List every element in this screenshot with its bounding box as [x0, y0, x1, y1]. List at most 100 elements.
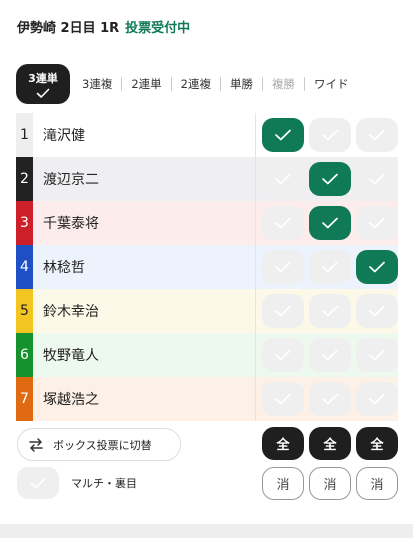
- tab-sanrentan[interactable]: 3連単: [16, 64, 70, 104]
- select-cell-2nd[interactable]: [309, 162, 351, 196]
- select-all-buttons: 全 全 全: [262, 427, 398, 460]
- check-icon: [369, 173, 385, 185]
- rider-name: 滝沢健: [33, 113, 256, 157]
- bottom-controls: ボックス投票に切替 マルチ・裏目 全 全 全 消 消 消: [16, 427, 398, 503]
- race-title: 伊勢崎 2日目 1R: [17, 21, 120, 36]
- check-icon: [36, 88, 50, 98]
- rider-position-cells: [256, 118, 398, 152]
- tab-wide[interactable]: ワイド: [303, 77, 358, 91]
- check-icon: [30, 477, 46, 489]
- select-cell-2nd[interactable]: [309, 294, 351, 328]
- check-icon: [275, 173, 291, 185]
- rider-position-cells: [256, 162, 398, 196]
- footer-bar: [0, 524, 413, 538]
- race-header: 伊勢崎 2日目 1R 投票受付中: [0, 0, 413, 56]
- rider-row: 3 千葉泰将: [16, 201, 398, 245]
- rider-name: 塚越浩之: [33, 377, 256, 421]
- rider-number: 5: [16, 289, 33, 333]
- check-icon: [369, 349, 385, 361]
- bet-type-tabs: 3連単 3連複 2連単 2連複 単勝 複勝 ワイド: [16, 64, 357, 104]
- check-icon: [369, 393, 385, 405]
- select-cell-1st[interactable]: [262, 382, 304, 416]
- rider-row: 1 滝沢健: [16, 113, 398, 157]
- check-icon: [322, 305, 338, 317]
- rider-position-cells: [256, 338, 398, 372]
- rider-name: 千葉泰将: [33, 201, 256, 245]
- select-all-button-2nd[interactable]: 全: [309, 427, 351, 460]
- switch-arrows-icon: [29, 437, 43, 452]
- check-icon: [369, 217, 385, 229]
- rider-row: 2 渡辺京二: [16, 157, 398, 201]
- rider-position-cells: [256, 250, 398, 284]
- check-icon: [369, 305, 385, 317]
- check-icon: [275, 305, 291, 317]
- select-cell-2nd[interactable]: [309, 250, 351, 284]
- select-cell-1st[interactable]: [262, 162, 304, 196]
- check-icon: [275, 129, 291, 141]
- tab-sanrenpuku[interactable]: 3連複: [70, 77, 121, 91]
- select-cell-2nd[interactable]: [309, 118, 351, 152]
- rider-number: 2: [16, 157, 33, 201]
- select-cell-3rd[interactable]: [356, 338, 398, 372]
- select-all-button-3rd[interactable]: 全: [356, 427, 398, 460]
- rider-row: 5 鈴木幸治: [16, 289, 398, 333]
- tab-nirentan[interactable]: 2連単: [121, 77, 170, 91]
- select-cell-3rd[interactable]: [356, 250, 398, 284]
- voting-status: 投票受付中: [125, 21, 191, 36]
- check-icon: [322, 173, 338, 185]
- tab-tansho[interactable]: 単勝: [219, 77, 262, 91]
- select-cell-1st[interactable]: [262, 294, 304, 328]
- rider-name: 渡辺京二: [33, 157, 256, 201]
- check-icon: [322, 217, 338, 229]
- clear-button-2nd[interactable]: 消: [309, 467, 351, 500]
- box-switch-label: ボックス投票に切替: [53, 438, 152, 452]
- select-cell-1st[interactable]: [262, 338, 304, 372]
- clear-button-3rd[interactable]: 消: [356, 467, 398, 500]
- check-icon: [275, 261, 291, 273]
- tab-nirenpuku[interactable]: 2連複: [170, 77, 220, 91]
- check-icon: [369, 261, 385, 273]
- select-cell-3rd[interactable]: [356, 382, 398, 416]
- tab-fukusho: 複勝: [261, 77, 304, 91]
- tab-label: 3連単: [28, 71, 58, 85]
- check-icon: [322, 261, 338, 273]
- rider-name: 牧野竜人: [33, 333, 256, 377]
- rider-row: 6 牧野竜人: [16, 333, 398, 377]
- rider-position-cells: [256, 206, 398, 240]
- check-icon: [322, 393, 338, 405]
- rider-number: 4: [16, 245, 33, 289]
- select-cell-1st[interactable]: [262, 206, 304, 240]
- rider-name: 鈴木幸治: [33, 289, 256, 333]
- select-cell-3rd[interactable]: [356, 206, 398, 240]
- rider-number: 1: [16, 113, 33, 157]
- check-icon: [322, 349, 338, 361]
- multi-label: マルチ・裏目: [71, 477, 137, 490]
- clear-buttons: 消 消 消: [262, 467, 398, 500]
- rider-number: 3: [16, 201, 33, 245]
- rider-position-cells: [256, 294, 398, 328]
- multi-toggle[interactable]: マルチ・裏目: [17, 467, 137, 499]
- rider-row: 4 林稔哲: [16, 245, 398, 289]
- check-icon: [275, 349, 291, 361]
- clear-button-1st[interactable]: 消: [262, 467, 304, 500]
- select-cell-3rd[interactable]: [356, 294, 398, 328]
- box-switch-button[interactable]: ボックス投票に切替: [17, 428, 181, 461]
- check-icon: [369, 129, 385, 141]
- rider-number: 6: [16, 333, 33, 377]
- select-cell-2nd[interactable]: [309, 338, 351, 372]
- select-cell-2nd[interactable]: [309, 206, 351, 240]
- select-cell-1st[interactable]: [262, 118, 304, 152]
- rider-name: 林稔哲: [33, 245, 256, 289]
- multi-checkbox[interactable]: [17, 467, 59, 499]
- select-cell-2nd[interactable]: [309, 382, 351, 416]
- select-all-button-1st[interactable]: 全: [262, 427, 304, 460]
- select-cell-1st[interactable]: [262, 250, 304, 284]
- check-icon: [322, 129, 338, 141]
- check-icon: [275, 217, 291, 229]
- check-icon: [275, 393, 291, 405]
- select-cell-3rd[interactable]: [356, 118, 398, 152]
- rider-row: 7 塚越浩之: [16, 377, 398, 421]
- select-cell-3rd[interactable]: [356, 162, 398, 196]
- rider-number: 7: [16, 377, 33, 421]
- rider-position-cells: [256, 382, 398, 416]
